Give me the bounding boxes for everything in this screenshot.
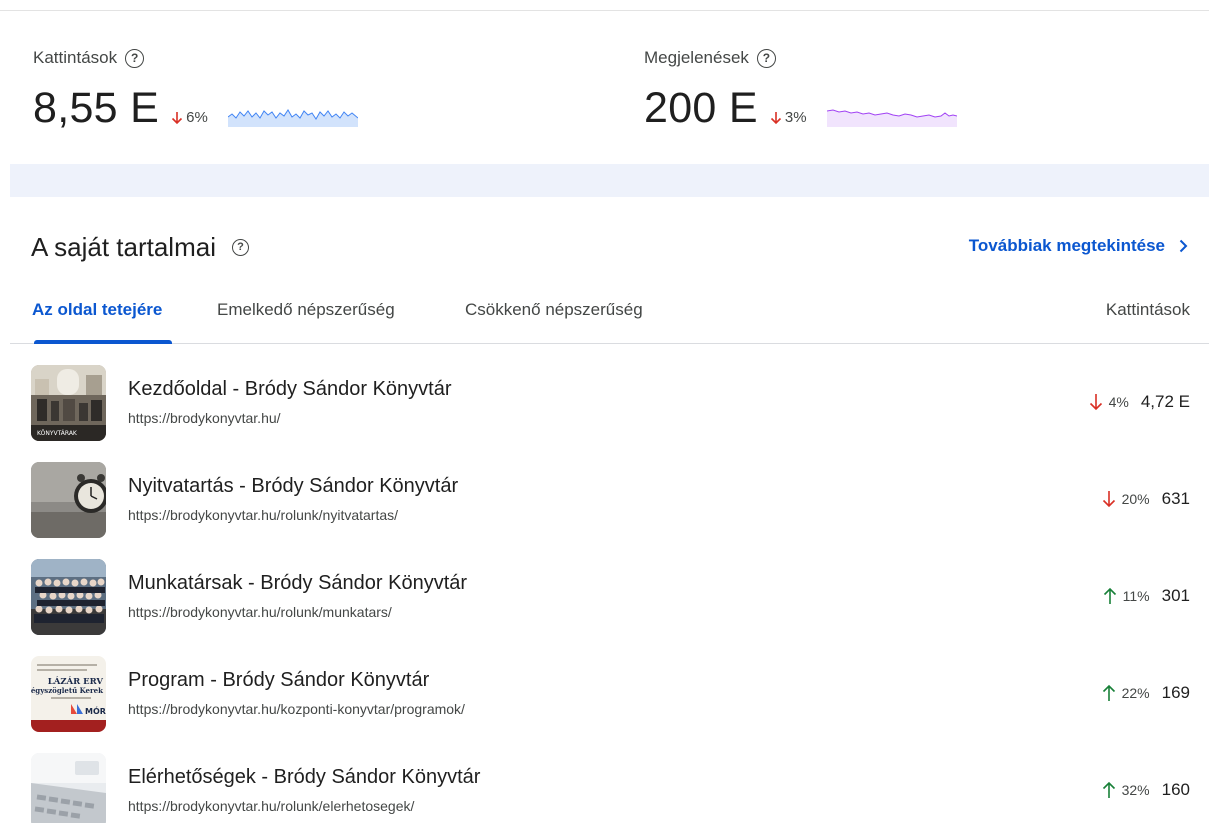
impressions-metric[interactable]: Megjelenések ? 200 E 3% <box>644 47 957 131</box>
page-title: Munkatársak - Bródy Sándor Könyvtár <box>128 572 468 594</box>
impressions-value: 200 E <box>644 84 758 132</box>
help-icon[interactable]: ? <box>125 48 145 68</box>
see-more-label: Továbbiak megtekintése <box>968 236 1165 255</box>
arrow-up-icon <box>1103 587 1116 604</box>
clicks-count: 4,72 E <box>1140 392 1190 411</box>
top-divider <box>0 10 1209 11</box>
clicks-column-header: Kattintások <box>1105 300 1190 319</box>
section-band <box>10 164 1209 197</box>
clicks-count: 160 <box>1161 780 1190 799</box>
active-tab-indicator <box>34 340 172 344</box>
thumbnail-caption: „Négyszögletű Kerek <box>31 686 103 695</box>
change-value: 22% <box>1121 685 1150 701</box>
change-indicator: 22% <box>1102 684 1150 702</box>
page-thumbnail <box>31 753 106 823</box>
content-list: KÖNYVTÁRAK Kezdőoldal - Bródy Sándor Kön… <box>0 362 1209 823</box>
tab-top[interactable]: Az oldal tetejére <box>32 300 162 320</box>
change-value: 32% <box>1121 782 1150 798</box>
change-value: 4% <box>1108 394 1129 410</box>
chevron-right-icon <box>1179 239 1188 253</box>
page-thumbnail: LÁZÁR ERV „Négyszögletű Kerek MÓR <box>31 656 106 732</box>
change-indicator: 32% <box>1102 781 1150 799</box>
change-indicator: 20% <box>1102 490 1150 508</box>
help-icon[interactable]: ? <box>756 48 776 68</box>
content-section-header: A saját tartalmai ? <box>31 232 249 263</box>
impressions-label: Megjelenések <box>644 48 749 67</box>
thumbnail-caption: KÖNYVTÁRAK <box>37 430 78 437</box>
impressions-spark-area <box>826 110 957 127</box>
list-item[interactable]: Munkatársak - Bródy Sándor Könyvtár http… <box>0 556 1209 653</box>
page-title: Program - Bródy Sándor Könyvtár <box>128 669 430 691</box>
impressions-change-value: 3% <box>784 109 807 126</box>
change-indicator: 4% <box>1089 393 1129 411</box>
clicks-change-value: 6% <box>186 109 208 126</box>
page-title: Nyitvatartás - Bródy Sándor Könyvtár <box>128 475 459 497</box>
list-item[interactable]: KÖNYVTÁRAK Kezdőoldal - Bródy Sándor Kön… <box>0 362 1209 459</box>
tab-rising[interactable]: Emelkedő népszerűség <box>217 300 395 320</box>
arrow-down-icon <box>172 111 183 124</box>
clicks-label: Kattintások <box>33 48 118 67</box>
clicks-metric[interactable]: Kattintások ? 8,55 E 6% <box>33 47 358 131</box>
content-tabs: Az oldal tetejére Emelkedő népszerűség C… <box>10 296 1209 344</box>
change-indicator: 11% <box>1103 587 1150 605</box>
list-item[interactable]: LÁZÁR ERV „Négyszögletű Kerek MÓR Progra… <box>0 653 1209 750</box>
clicks-sparkline <box>227 109 358 127</box>
arrow-down-icon <box>770 111 781 124</box>
page-url: https://brodykonyvtar.hu/kozponti-konyvt… <box>128 701 465 717</box>
page-thumbnail <box>31 559 106 635</box>
thumbnail-caption: MÓR <box>85 705 106 716</box>
clicks-change: 6% <box>171 109 208 126</box>
arrow-up-icon <box>1102 781 1115 798</box>
arrow-up-icon <box>1102 684 1115 701</box>
change-value: 11% <box>1122 588 1150 604</box>
impressions-sparkline <box>826 109 957 127</box>
impressions-change: 3% <box>770 109 807 126</box>
help-icon[interactable]: ? <box>231 239 249 256</box>
clicks-count: 631 <box>1161 489 1190 508</box>
page-title: Elérhetőségek - Bródy Sándor Könyvtár <box>128 766 481 788</box>
clicks-spark-area <box>227 110 358 127</box>
page-url: https://brodykonyvtar.hu/rolunk/munkatar… <box>128 604 392 620</box>
tab-falling[interactable]: Csökkenő népszerűség <box>465 300 643 320</box>
clicks-count: 169 <box>1161 683 1190 702</box>
clicks-count: 301 <box>1161 586 1190 605</box>
content-title: A saját tartalmai <box>31 232 216 262</box>
change-value: 20% <box>1121 491 1150 507</box>
see-more-link[interactable]: Továbbiak megtekintése <box>969 236 1188 256</box>
page-url: https://brodykonyvtar.hu/rolunk/elerheto… <box>128 798 415 814</box>
list-item[interactable]: Elérhetőségek - Bródy Sándor Könyvtár ht… <box>0 750 1209 823</box>
list-item[interactable]: Nyitvatartás - Bródy Sándor Könyvtár htt… <box>0 459 1209 556</box>
page-title: Kezdőoldal - Bródy Sándor Könyvtár <box>128 378 452 400</box>
page-url: https://brodykonyvtar.hu/rolunk/nyitvata… <box>128 507 399 523</box>
page-thumbnail: KÖNYVTÁRAK <box>31 365 106 441</box>
arrow-down-icon <box>1102 491 1115 508</box>
clicks-value: 8,55 E <box>33 84 160 132</box>
page-thumbnail <box>31 462 106 538</box>
arrow-down-icon <box>1089 394 1102 411</box>
page-url: https://brodykonyvtar.hu/ <box>128 410 281 426</box>
